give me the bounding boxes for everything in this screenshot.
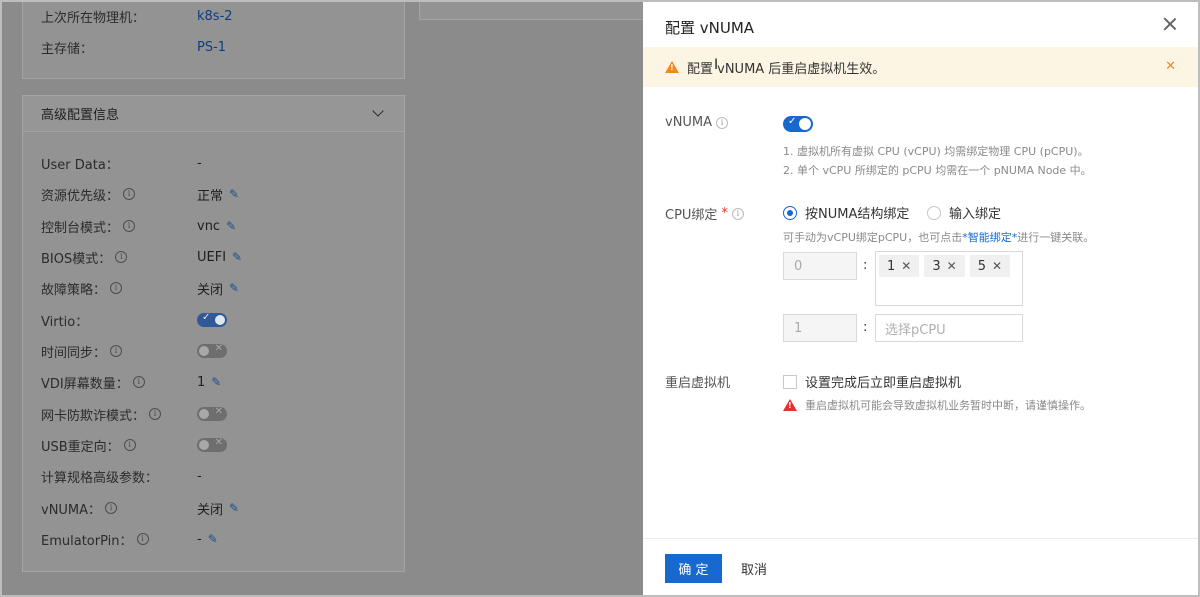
info-icon: i — [149, 408, 162, 420]
bg-val-usb: ✕ — [197, 435, 227, 455]
pcpu-tag: 1 ✕ — [879, 255, 920, 277]
virtio-toggle[interactable]: ✓ — [197, 312, 227, 327]
nic-antispoof-toggle[interactable]: ✕ — [197, 406, 227, 421]
bg-row-timesync: 时间同步： i — [41, 341, 123, 361]
info-icon: i — [731, 207, 744, 220]
vnuma-label: vNUMA i — [665, 115, 729, 130]
checkbox-box[interactable] — [783, 374, 797, 389]
bg-row-failure: 故障策略： i — [41, 278, 123, 298]
bg-val-virtio: ✓ — [197, 310, 227, 330]
usb-redirect-toggle[interactable]: ✕ — [197, 437, 227, 452]
advanced-config-title: 高级配置信息 — [41, 108, 120, 123]
chevron-down-icon[interactable] — [372, 105, 384, 117]
danger-warning-icon: ! — [783, 399, 797, 411]
cpu-binding-help: 可手动为vCPU绑定pCPU，也可点击*智能绑定*进行一键关联。 — [783, 231, 1095, 244]
pcpu-select-1[interactable]: 选择pCPU — [875, 314, 1023, 342]
vcpu-input-0: 0 — [783, 252, 857, 280]
warning-alert: ! 配置 vNUMA 后重启虚拟机生效。 ✕ — [643, 47, 1200, 87]
bg-val-userdata: - — [197, 155, 202, 171]
background-page: 上次所在物理机： k8s-2 主存储： PS-1 高级配置信息 User Dat… — [0, 0, 649, 597]
confirm-button[interactable]: 确 定 — [665, 554, 722, 583]
bg-host-link[interactable]: k8s-2 — [197, 6, 233, 26]
bg-row-priority: 资源优先级： i — [41, 184, 136, 204]
drawer-footer: 确 定 取消 — [643, 538, 1200, 597]
info-icon: i — [136, 533, 149, 545]
bg-val-emulatorpin: - ✎ — [197, 531, 218, 547]
edit-pencil-icon[interactable]: ✎ — [229, 501, 239, 515]
info-icon: i — [716, 116, 729, 129]
warning-icon: ! — [665, 61, 679, 73]
pcpu-select-0[interactable]: 1 ✕ 3 ✕ 5 ✕ — [875, 251, 1023, 306]
vnuma-config-drawer: 配置 vNUMA ! 配置 vNUMA 后重启虚拟机生效。 ✕ vNUMA i … — [643, 0, 1200, 597]
info-icon: i — [105, 502, 118, 514]
bg-val-vdi: 1 ✎ — [197, 374, 222, 390]
bg-val-vnuma: 关闭 ✎ — [197, 501, 240, 518]
bg-storage-link[interactable]: PS-1 — [197, 37, 226, 57]
vnuma-switch[interactable]: ✓ — [783, 116, 813, 132]
advanced-config-header[interactable]: 高级配置信息 — [23, 96, 404, 132]
bg-row-spec-params: 计算规格高级参数： — [41, 470, 159, 486]
info-icon: i — [115, 251, 128, 263]
cpu-binding-label: CPU绑定 * i — [665, 204, 744, 223]
edit-pencil-icon[interactable]: ✎ — [229, 281, 239, 295]
text-cursor-icon: I — [714, 57, 719, 73]
edit-pencil-icon[interactable]: ✎ — [211, 375, 221, 389]
bg-row-usb: USB重定向： i — [41, 435, 136, 455]
colon: : — [863, 320, 868, 335]
vcpu-input-1: 1 — [783, 314, 857, 342]
bg-row-host: 上次所在物理机： — [41, 10, 146, 26]
info-icon: i — [123, 188, 136, 200]
bg-row-vnuma: vNUMA： i — [41, 498, 118, 518]
remove-tag-icon[interactable]: ✕ — [947, 259, 957, 273]
restart-label: 重启虚拟机 — [665, 376, 731, 391]
info-icon: i — [132, 376, 145, 388]
edit-pencil-icon[interactable]: ✎ — [226, 219, 236, 233]
radio-input-binding[interactable]: 输入绑定 — [927, 203, 1001, 222]
alert-close-icon[interactable]: ✕ — [1165, 59, 1176, 74]
info-icon: i — [123, 220, 136, 232]
remove-tag-icon[interactable]: ✕ — [992, 259, 1002, 273]
radio-numa-binding[interactable]: 按NUMA结构绑定 — [783, 203, 909, 222]
right-card — [419, 0, 649, 20]
restart-checkbox[interactable]: 设置完成后立即重启虚拟机 — [783, 372, 961, 391]
timesync-toggle[interactable]: ✕ — [197, 343, 227, 358]
vnuma-help-1: 1. 虚拟机所有虚拟 CPU (vCPU) 均需绑定物理 CPU (pCPU)。 — [783, 145, 1089, 158]
bg-row-userdata: User Data： — [41, 157, 119, 173]
bg-val-timesync: ✕ — [197, 341, 227, 361]
info-icon: i — [123, 439, 136, 451]
bg-val-nic-antispoof: ✕ — [197, 404, 227, 424]
drawer-title: 配置 vNUMA — [665, 19, 755, 37]
edit-pencil-icon[interactable]: ✎ — [232, 250, 242, 264]
bg-row-bios: BIOS模式： i — [41, 247, 128, 267]
bg-val-failure: 关闭 ✎ — [197, 281, 240, 298]
info-icon: i — [110, 282, 123, 294]
restart-warning: ! 重启虚拟机可能会导致虚拟机业务暂时中断，请谨慎操作。 — [783, 397, 1091, 413]
bg-row-storage: 主存储： — [41, 41, 94, 57]
cancel-button[interactable]: 取消 — [741, 554, 767, 583]
required-mark: * — [721, 206, 728, 221]
radio-dot[interactable] — [783, 205, 797, 220]
pcpu-tag: 3 ✕ — [924, 255, 965, 277]
bg-row-nic-antispoof: 网卡防欺诈模式： i — [41, 404, 162, 424]
bg-val-spec-params: - — [197, 468, 202, 484]
colon: : — [863, 258, 868, 273]
remove-tag-icon[interactable]: ✕ — [901, 259, 911, 273]
bg-val-priority: 正常 ✎ — [197, 187, 240, 204]
pcpu-tag: 5 ✕ — [969, 255, 1011, 277]
edit-pencil-icon[interactable]: ✎ — [208, 532, 218, 546]
bg-val-console: vnc ✎ — [197, 218, 237, 234]
bg-row-emulatorpin: EmulatorPin： i — [41, 529, 149, 549]
bg-row-virtio: Virtio： — [41, 314, 89, 330]
radio-dot[interactable] — [927, 205, 941, 220]
bg-row-console: 控制台模式： i — [41, 216, 136, 236]
bg-row-vdi: VDI屏幕数量： i — [41, 372, 145, 392]
edit-pencil-icon[interactable]: ✎ — [229, 187, 239, 201]
close-icon[interactable] — [1162, 16, 1178, 32]
info-icon: i — [110, 345, 123, 357]
smart-binding-link[interactable]: *智能绑定* — [962, 231, 1017, 244]
vnuma-help-2: 2. 单个 vCPU 所绑定的 pCPU 均需在一个 pNUMA Node 中。 — [783, 164, 1092, 177]
bg-val-bios: UEFI ✎ — [197, 249, 243, 265]
